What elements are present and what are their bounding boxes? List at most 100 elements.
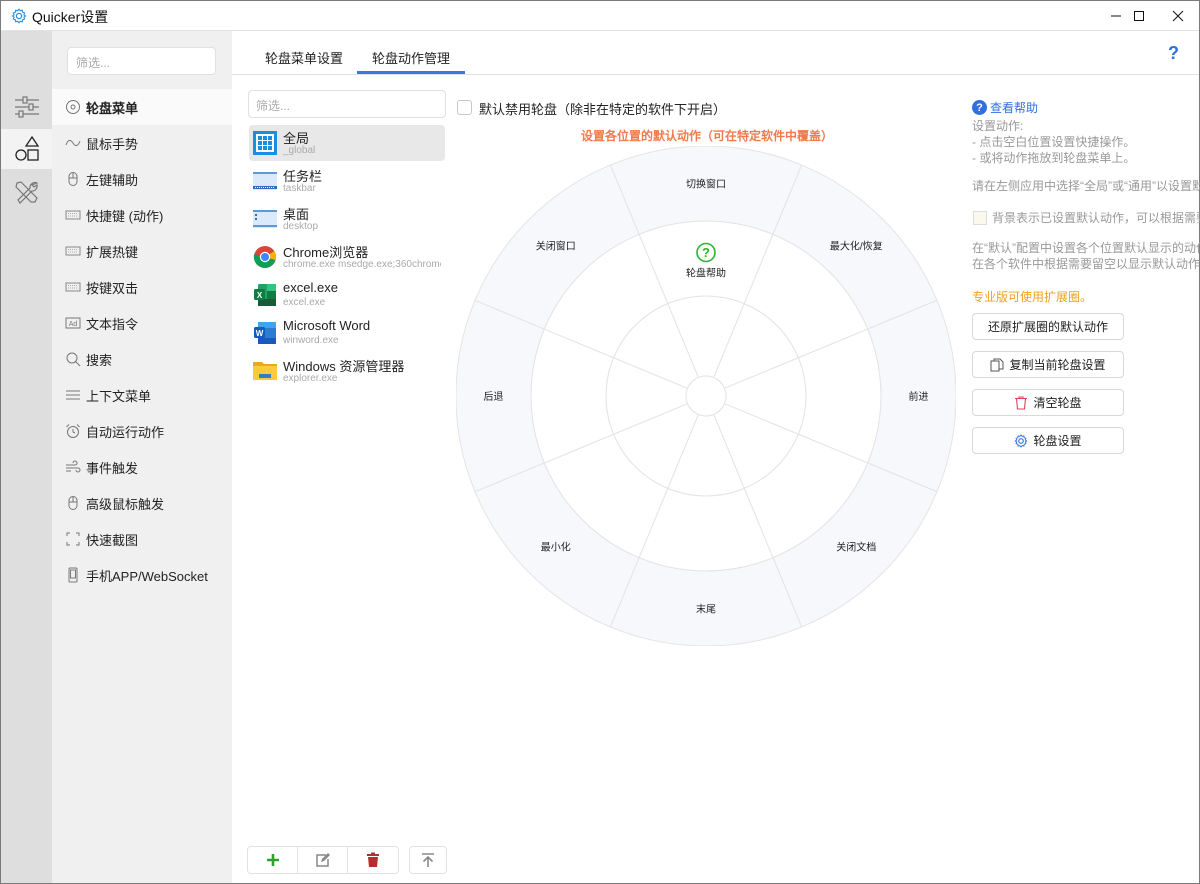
- instruction-line: - 点击空白位置设置快捷操作。: [972, 135, 1136, 149]
- app-list-item[interactable]: 桌面 desktop: [249, 201, 445, 237]
- background-note: 背景表示已设置默认动作，可以根据需要覆盖: [992, 211, 1200, 225]
- app-process: _global: [283, 145, 316, 156]
- app-list-item[interactable]: 全局 _global: [249, 125, 445, 161]
- nav-item[interactable]: 快捷键 (动作): [52, 197, 232, 233]
- app-name: excel.exe: [283, 280, 338, 295]
- background-swatch: [973, 211, 987, 225]
- move-top-group: [409, 846, 447, 874]
- tab-wheel-menu-settings[interactable]: 轮盘菜单设置: [264, 48, 344, 74]
- app-list-item[interactable]: Chrome浏览器chrome.exe msedge.exe;360chrome…: [249, 239, 445, 275]
- close-button[interactable]: [1155, 1, 1200, 31]
- keyboard-icon: [65, 279, 81, 295]
- app-list-item[interactable]: 任务栏 taskbar: [249, 163, 445, 199]
- edit-icon: [315, 853, 330, 867]
- svg-text:Ad: Ad: [69, 321, 78, 328]
- folder-icon: [253, 362, 277, 380]
- nav-item-label: 左键辅助: [86, 172, 139, 188]
- shapes-icon: [14, 135, 39, 161]
- rail-item-settings[interactable]: [1, 89, 52, 125]
- alarm-icon: [65, 423, 81, 439]
- nav-item[interactable]: 手机APP/WebSocket: [52, 557, 232, 593]
- instructions-block: 设置动作: - 点击空白位置设置快捷操作。 - 或将动作拖放到轮盘菜单上。: [972, 118, 1200, 166]
- delete-app-button[interactable]: [348, 847, 398, 873]
- search-icon: [65, 351, 81, 367]
- maximize-icon: [1134, 11, 1144, 21]
- nav-item[interactable]: 快速截图: [52, 521, 232, 557]
- nav-item-label: 自动运行动作: [86, 424, 165, 440]
- copy-icon: [990, 358, 1004, 371]
- nav-item-label: 按键双击: [86, 280, 139, 296]
- nav-item[interactable]: 搜索: [52, 341, 232, 377]
- nav-item[interactable]: 扩展热键: [52, 233, 232, 269]
- rail-item-tools[interactable]: [1, 175, 52, 211]
- gear-icon: [1014, 433, 1028, 448]
- copy-wheel-settings-button[interactable]: 复制当前轮盘设置: [972, 351, 1124, 378]
- nav-item[interactable]: 鼠标手势: [52, 125, 232, 161]
- nav-filter-input[interactable]: 筛选...: [67, 47, 216, 75]
- restore-defaults-label: 还原扩展圈的默认动作: [987, 320, 1108, 334]
- screenshot-icon: [65, 531, 81, 547]
- move-top-icon: [422, 853, 434, 867]
- nav-item-label: 事件触发: [86, 460, 139, 476]
- clear-wheel-button[interactable]: 清空轮盘: [972, 389, 1124, 416]
- title-bar: Quicker设置: [1, 1, 1199, 31]
- keyboard-icon: [65, 243, 81, 259]
- app-list-item[interactable]: Windows 资源管理器 explorer.exe: [249, 353, 445, 389]
- wheel-sector-label: 后退: [484, 391, 504, 403]
- help-icon[interactable]: ?: [1168, 43, 1179, 64]
- chrome-icon: [253, 246, 277, 268]
- app-process: desktop: [283, 221, 319, 232]
- wheel-settings-label: 轮盘设置: [1033, 434, 1082, 448]
- note-line: 在“默认”配置中设置各个位置默认显示的动作，: [972, 241, 1200, 255]
- category-rail: [1, 31, 52, 883]
- instruction-line: 设置动作:: [972, 119, 1024, 133]
- nav-item[interactable]: 上下文菜单: [52, 377, 232, 413]
- disable-wheel-label: 默认禁用轮盘（除非在特定的软件下开启）: [479, 102, 727, 117]
- ad-icon: Ad: [65, 315, 81, 331]
- gesture-icon: [65, 135, 81, 151]
- view-help-link[interactable]: ? 查看帮助: [972, 99, 1038, 116]
- disable-wheel-checkbox[interactable]: [457, 100, 472, 115]
- excel-icon: X: [254, 284, 276, 306]
- copy-settings-label: 复制当前轮盘设置: [1009, 358, 1106, 372]
- tab-wheel-action-management[interactable]: 轮盘动作管理: [357, 48, 465, 74]
- app-list-toolbar: [247, 846, 399, 874]
- window-title: Quicker设置: [32, 9, 109, 25]
- add-app-button[interactable]: [248, 847, 298, 873]
- delete-icon: [367, 852, 379, 867]
- nav-item[interactable]: 事件触发: [52, 449, 232, 485]
- nav-item[interactable]: 高级鼠标触发: [52, 485, 232, 521]
- app-list-item[interactable]: Xexcel.exe excel.exe: [249, 277, 445, 313]
- nav-item-label: 鼠标手势: [86, 136, 139, 152]
- wheel-sector-label: 最大化/恢复: [830, 240, 883, 253]
- app-process: winword.exe: [283, 335, 339, 346]
- wheel-sector-label: 前进: [909, 390, 929, 403]
- nav-item[interactable]: Ad 文本指令: [52, 305, 232, 341]
- nav-item[interactable]: 自动运行动作: [52, 413, 232, 449]
- sliders-icon: [14, 96, 39, 118]
- nav-item-label: 快速截图: [86, 532, 139, 548]
- svg-text:?: ?: [702, 245, 710, 260]
- restore-extended-defaults-button[interactable]: 还原扩展圈的默认动作: [972, 313, 1124, 340]
- app-filter-input[interactable]: 筛选...: [248, 90, 446, 118]
- wheel-settings-button[interactable]: 轮盘设置: [972, 427, 1124, 454]
- rail-item-triggers[interactable]: [1, 129, 52, 169]
- nav-item[interactable]: 轮盘菜单: [52, 89, 232, 125]
- select-scope-note: 请在左侧应用中选择“全局”或“通用”以设置默认动作: [972, 179, 1200, 193]
- wheel-center: [685, 375, 727, 417]
- edit-app-button[interactable]: [298, 847, 348, 873]
- wheel-sector-label: 最小化: [541, 540, 571, 553]
- trash-icon: [1015, 395, 1028, 410]
- app-process: taskbar: [283, 183, 316, 194]
- word-icon: W: [254, 322, 276, 344]
- nav-item[interactable]: 左键辅助: [52, 161, 232, 197]
- view-help-label: 查看帮助: [990, 101, 1039, 115]
- nav-item[interactable]: 按键双击: [52, 269, 232, 305]
- app-list-item[interactable]: W Microsoft Word winword.exe: [249, 315, 445, 351]
- wheel-sector-outer[interactable]: [609, 557, 803, 646]
- phone-icon: [65, 567, 81, 583]
- clear-wheel-label: 清空轮盘: [1033, 396, 1082, 410]
- move-top-button[interactable]: [410, 847, 446, 873]
- app-name: Microsoft Word: [283, 318, 371, 333]
- wheel-sector-label: 切换窗口: [686, 178, 726, 191]
